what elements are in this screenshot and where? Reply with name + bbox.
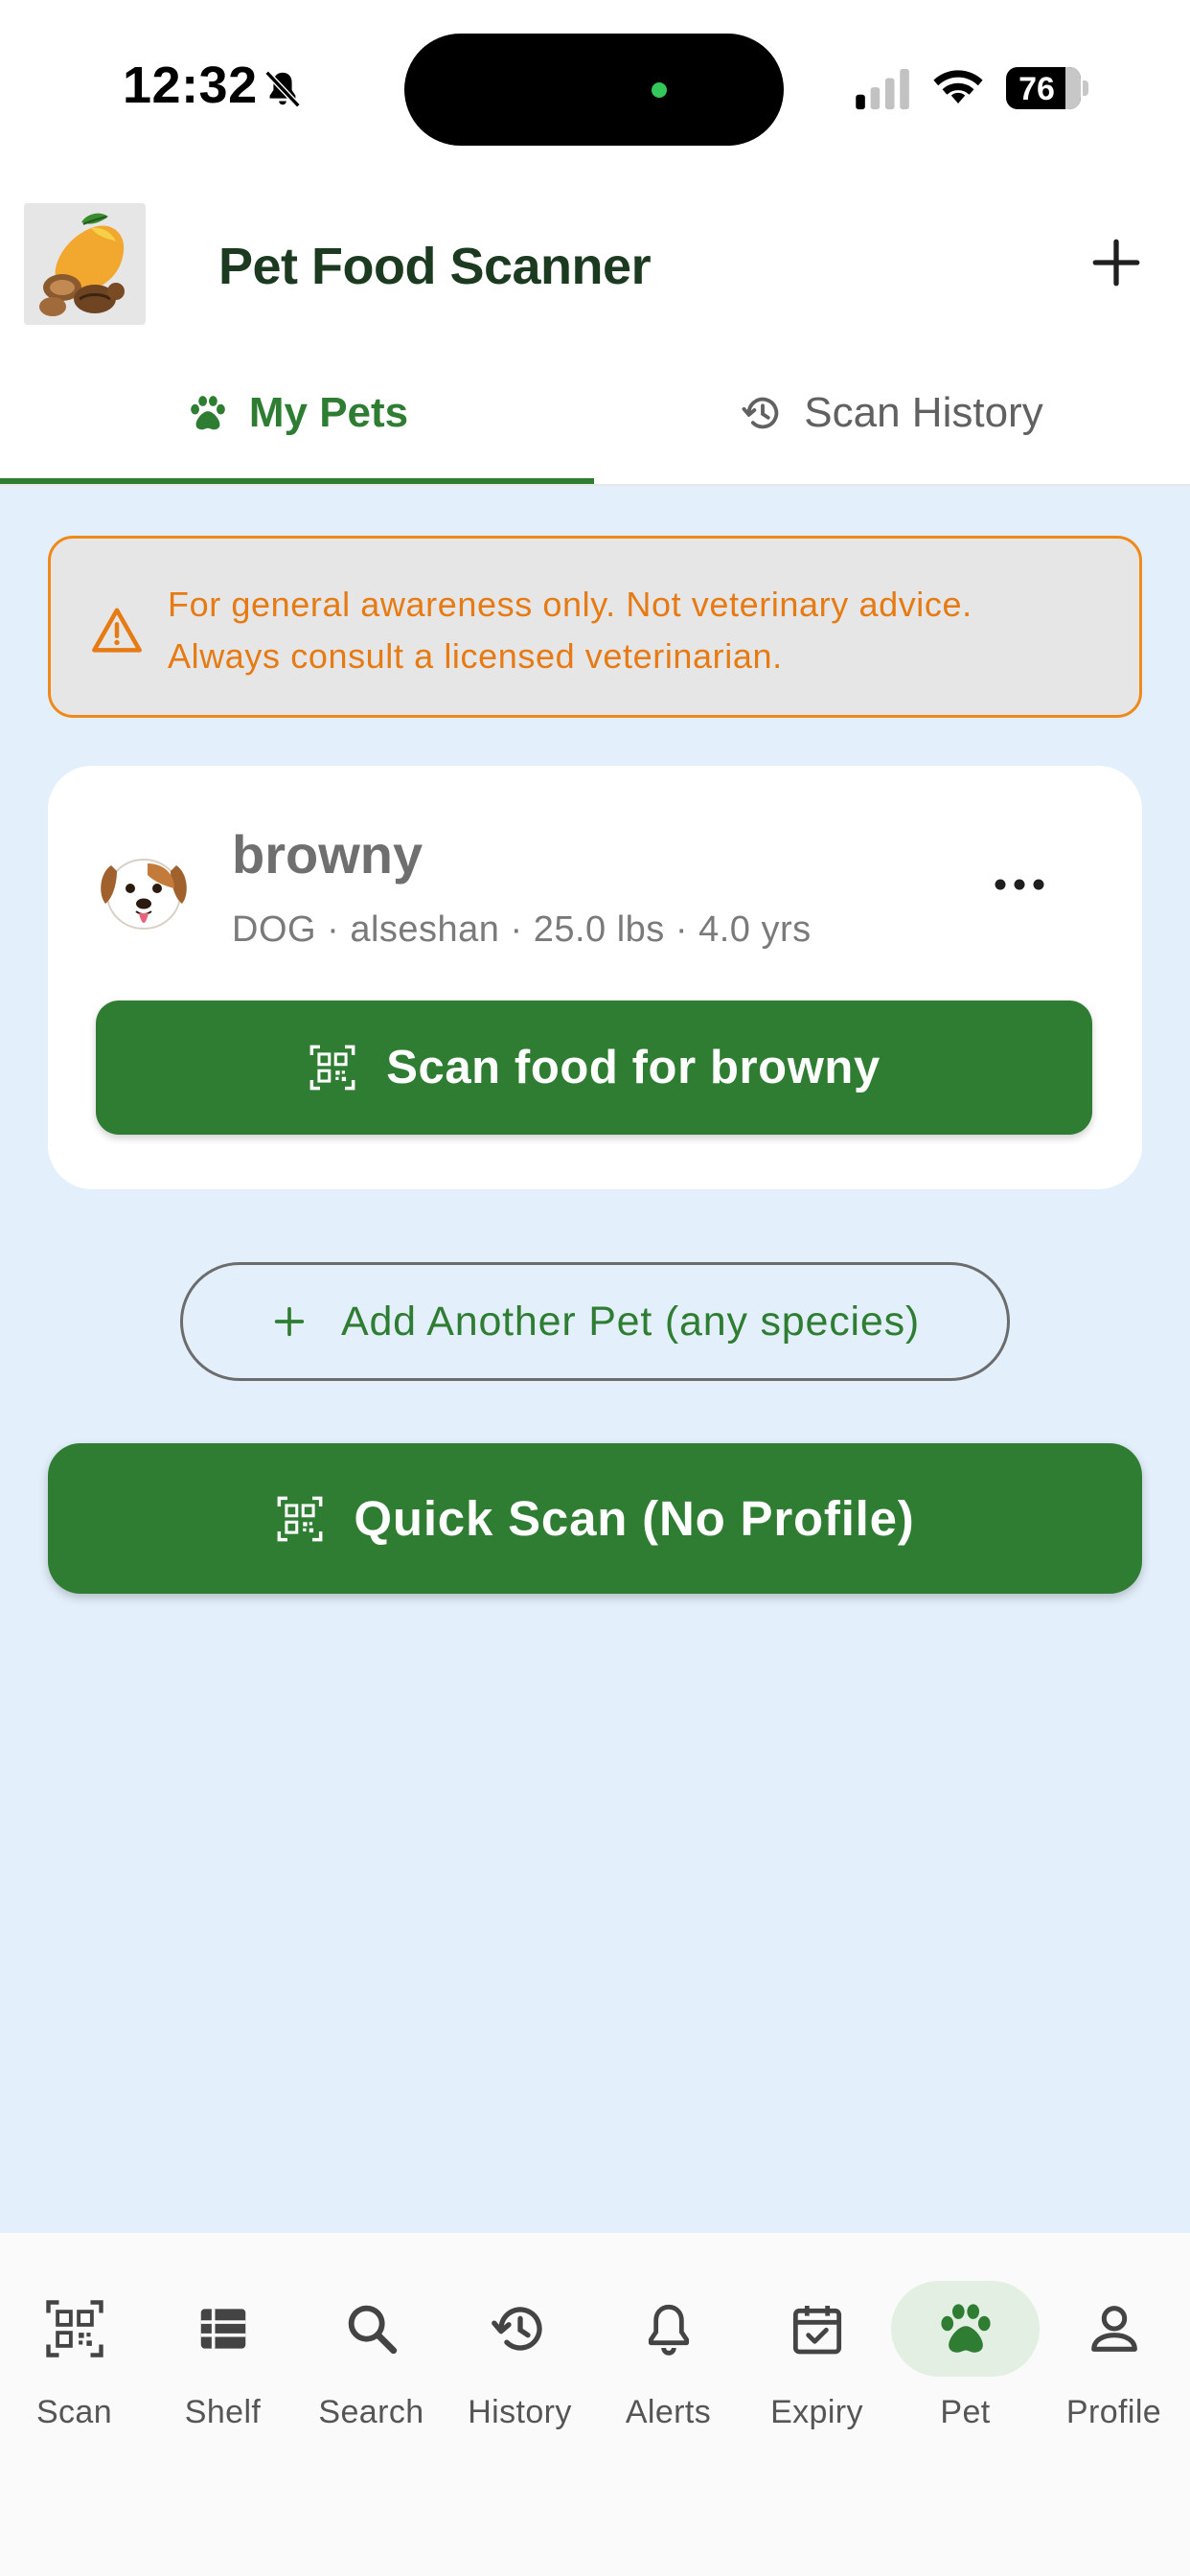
disclaimer-banner: For general awareness only. Not veterina… [48, 536, 1142, 718]
nav-label-pet: Pet [940, 2394, 991, 2430]
app-bar: Pet Food Scanner [0, 177, 1190, 340]
nav-label-profile: Profile [1065, 2394, 1162, 2430]
tab-scan-history-label: Scan History [804, 389, 1043, 436]
bell-icon [648, 2304, 689, 2356]
nav-item-shelf[interactable]: Shelf [149, 2281, 297, 2434]
mango-nuts-logo [24, 203, 146, 325]
paw-icon [191, 396, 225, 430]
person-icon [1090, 2306, 1137, 2352]
signal-icon [856, 68, 909, 110]
battery-icon: 76 [1006, 67, 1088, 109]
tab-bar: My Pets Scan History [0, 340, 1190, 486]
nav-label-alerts: Alerts [625, 2394, 712, 2430]
nav-item-history[interactable]: History [446, 2281, 594, 2434]
plus-icon[interactable] [1088, 235, 1144, 290]
qr-scan-icon [309, 1045, 355, 1091]
disclaimer-line-1: For general awareness only. Not veterina… [168, 585, 973, 624]
main-content: For general awareness only. Not veterina… [0, 486, 1190, 2233]
search-icon [348, 2305, 397, 2355]
nav-active-indicator [891, 2281, 1040, 2377]
warning-icon [92, 608, 142, 653]
qr-scan-icon [278, 1496, 323, 1541]
nav-item-search[interactable]: Search [297, 2281, 446, 2434]
dynamic-island [404, 34, 784, 146]
paw-icon [940, 2304, 991, 2353]
pet-card[interactable]: browny DOG · alseshan · 25.0 lbs · 4.0 y… [48, 766, 1142, 1189]
shelf-icon [200, 2309, 245, 2349]
nav-item-scan[interactable]: Scan [0, 2281, 149, 2434]
camera-indicator-dot [652, 82, 667, 98]
nav-label-shelf: Shelf [184, 2394, 262, 2430]
nav-item-expiry[interactable]: Expiry [743, 2281, 891, 2434]
nav-item-pet[interactable]: Pet [891, 2281, 1040, 2434]
status-time: 12:32 [123, 57, 258, 114]
battery-level: 76 [1018, 71, 1055, 107]
dog-face-icon [101, 859, 187, 930]
wifi-icon [933, 70, 983, 104]
nav-label-expiry: Expiry [770, 2394, 863, 2430]
calendar-check-icon [792, 2306, 841, 2355]
add-another-pet-label: Add Another Pet (any species) [340, 1298, 921, 1345]
pet-name: browny [232, 824, 423, 885]
nav-label-scan: Scan [35, 2394, 113, 2430]
quick-scan-button[interactable]: Quick Scan (No Profile) [48, 1443, 1142, 1594]
pet-details: DOG · alseshan · 25.0 lbs · 4.0 yrs [232, 909, 812, 950]
nav-item-profile[interactable]: Profile [1040, 2281, 1188, 2434]
tab-my-pets[interactable]: My Pets [0, 340, 594, 486]
tab-my-pets-label: My Pets [248, 389, 409, 436]
more-horizontal-icon[interactable] [991, 873, 1048, 896]
scan-food-for-pet-button[interactable]: Scan food for browny [96, 1000, 1092, 1135]
status-bar: 12:32 76 [0, 0, 1190, 177]
disclaimer-line-2: Always consult a licensed veterinarian. [168, 636, 783, 676]
scan-food-for-pet-label: Scan food for browny [386, 1042, 881, 1093]
bottom-navigation: Scan Shelf Search History Alerts Expiry … [0, 2233, 1190, 2576]
history-icon [742, 397, 779, 429]
nav-label-history: History [468, 2394, 572, 2430]
tab-scan-history[interactable]: Scan History [594, 340, 1190, 486]
nav-item-alerts[interactable]: Alerts [594, 2281, 743, 2434]
bell-slash-icon [264, 70, 301, 108]
nav-label-search: Search [318, 2394, 424, 2430]
qr-scan-icon [45, 2300, 103, 2358]
app-title: Pet Food Scanner [218, 238, 652, 295]
quick-scan-label: Quick Scan (No Profile) [354, 1491, 915, 1546]
disclaimer-text: For general awareness only. Not veterina… [168, 579, 1126, 682]
add-another-pet-button[interactable]: Add Another Pet (any species) [180, 1262, 1010, 1381]
plus-icon [274, 1306, 305, 1337]
history-icon [491, 2307, 542, 2351]
